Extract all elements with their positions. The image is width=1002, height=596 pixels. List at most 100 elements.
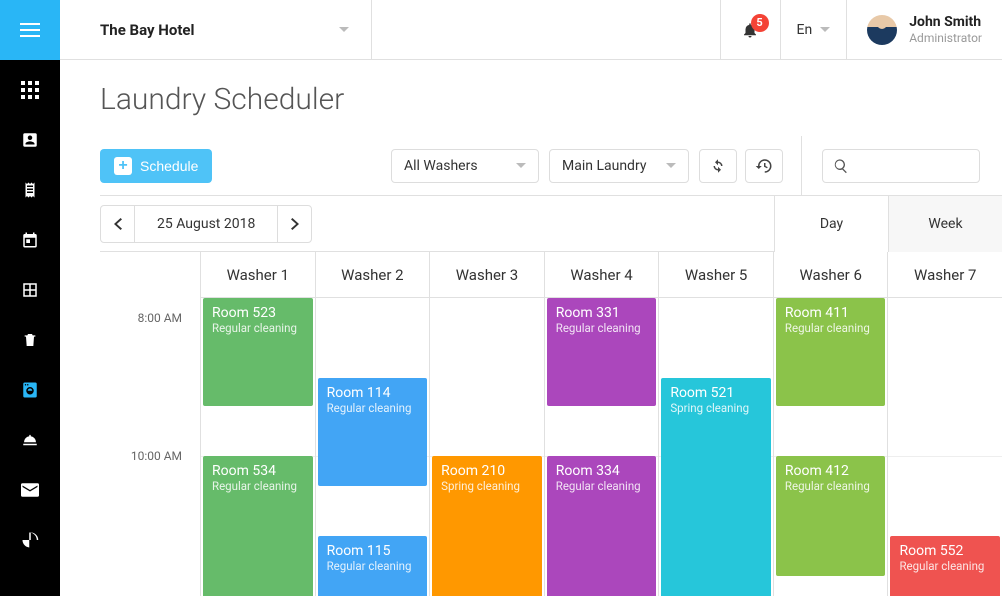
content: Laundry Scheduler + Schedule All Washers… [60,60,1002,596]
sidebar-item-laundry[interactable] [18,378,42,402]
refresh-icon [709,157,727,175]
scheduler-column: Room 114Regular cleaning Room 115Regular … [315,298,430,596]
avatar [867,15,897,45]
schedule-event[interactable]: Room 334Regular cleaning [547,456,657,596]
notifications-button[interactable]: 5 [720,0,780,60]
event-room: Room 331 [556,305,648,321]
calendar-icon [21,231,39,249]
history-icon [755,157,773,175]
chevron-left-icon [114,218,122,230]
event-subtitle: Regular cleaning [556,321,648,335]
schedule-event[interactable]: Room 552Regular cleaning [890,536,1000,596]
caret-down-icon [666,163,676,168]
mail-icon [21,483,39,497]
event-subtitle: Regular cleaning [785,321,877,335]
caret-down-icon [820,27,830,32]
current-date: 25 August 2018 [135,216,277,232]
scheduler-column: Room 552Regular cleaning [887,298,1002,596]
schedule-event[interactable]: Room 411Regular cleaning [776,298,886,406]
hotel-selector[interactable]: The Bay Hotel [60,0,372,60]
event-room: Room 521 [670,385,762,401]
location-filter-select[interactable]: Main Laundry [549,149,689,183]
schedule-event[interactable]: Room 115Regular cleaning [318,536,428,596]
user-role: Administrator [909,31,982,45]
schedule-label: Schedule [140,158,198,174]
laundry-icon [21,381,39,399]
event-subtitle: Regular cleaning [212,321,304,335]
event-room: Room 115 [327,543,419,559]
sidebar-item-contacts[interactable] [18,128,42,152]
language-label: En [797,22,813,38]
location-filter-value: Main Laundry [562,158,646,174]
column-header: Washer 7 [887,252,1002,297]
page-title: Laundry Scheduler [60,60,1002,117]
scheduler-column: Room 523Regular cleaningRoom 534Regular … [200,298,315,596]
scheduler-column: Room 331Regular cleaningRoom 334Regular … [544,298,659,596]
hotel-name: The Bay Hotel [100,21,195,39]
washer-filter-select[interactable]: All Washers [391,149,539,183]
sidebar-item-reports[interactable] [18,528,42,552]
sidebar-nav [0,60,60,552]
event-room: Room 534 [212,463,304,479]
plus-icon: + [114,157,132,175]
column-header: Washer 2 [315,252,430,297]
toolbar: + Schedule All Washers Main Laundry [100,136,1002,196]
schedule-event[interactable]: Room 523Regular cleaning [203,298,313,406]
next-day-button[interactable] [277,206,311,242]
service-bell-icon [21,431,39,449]
column-headers: Washer 1Washer 2Washer 3Washer 4Washer 5… [200,252,1002,298]
date-navigator: 25 August 2018 [100,205,312,243]
language-selector[interactable]: En [780,0,847,60]
sidebar-item-receipt[interactable] [18,178,42,202]
event-room: Room 334 [556,463,648,479]
event-room: Room 552 [899,543,991,559]
caret-down-icon [516,163,526,168]
sidebar-item-mail[interactable] [18,478,42,502]
column-header: Washer 5 [658,252,773,297]
history-button[interactable] [745,149,783,183]
schedule-event[interactable]: Room 521Spring cleaning [661,378,771,596]
time-column: 8:00 AM 10:00 AM [60,298,200,596]
time-label: 8:00 AM [138,311,182,325]
notification-badge: 5 [751,14,769,32]
event-room: Room 411 [785,305,877,321]
search-input[interactable] [822,149,980,183]
grid-icon [21,281,39,299]
hamburger-icon [20,23,40,37]
sidebar-item-service[interactable] [18,428,42,452]
scheduler: Washer 1Washer 2Washer 3Washer 4Washer 5… [60,252,1002,596]
sidebar-item-apps[interactable] [18,78,42,102]
washer-filter-value: All Washers [404,158,478,174]
pie-chart-icon [21,531,39,549]
tab-week[interactable]: Week [888,195,1002,252]
column-header: Washer 6 [773,252,888,297]
event-subtitle: Regular cleaning [327,559,419,573]
refresh-button[interactable] [699,149,737,183]
divider [801,136,802,196]
apps-icon [21,81,39,99]
menu-toggle-button[interactable] [0,0,60,60]
contact-icon [21,131,39,149]
event-subtitle: Spring cleaning [441,479,533,493]
scheduler-column: Room 210Spring cleaning [429,298,544,596]
topbar: The Bay Hotel 5 En John Smith Administra… [60,0,1002,60]
user-menu[interactable]: John Smith Administrator [846,0,1002,60]
schedule-event[interactable]: Room 210Spring cleaning [432,456,542,596]
chevron-right-icon [291,218,299,230]
sidebar-item-rooms[interactable] [18,278,42,302]
sidebar-item-delete[interactable] [18,328,42,352]
prev-day-button[interactable] [101,206,135,242]
search-icon [833,158,849,174]
schedule-event[interactable]: Room 114Regular cleaning [318,378,428,486]
event-room: Room 412 [785,463,877,479]
caret-down-icon [339,27,349,32]
schedule-event[interactable]: Room 534Regular cleaning [203,456,313,596]
schedule-event[interactable]: Room 331Regular cleaning [547,298,657,406]
schedule-event[interactable]: Room 412Regular cleaning [776,456,886,576]
tab-day[interactable]: Day [774,195,888,252]
sidebar-item-calendar[interactable] [18,228,42,252]
user-name: John Smith [909,14,982,31]
sidebar [0,0,60,596]
time-label: 10:00 AM [131,449,182,463]
schedule-button[interactable]: + Schedule [100,149,212,183]
